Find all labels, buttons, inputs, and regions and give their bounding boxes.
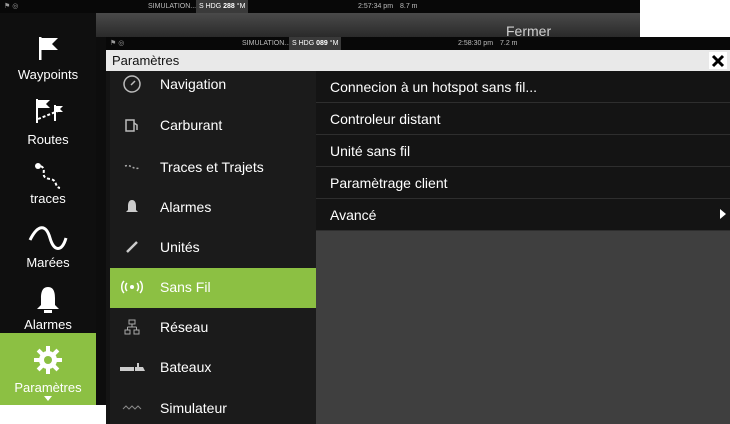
- sidebar-item-label: Paramètres: [14, 380, 82, 395]
- status-icons: ⚑ ◎: [110, 40, 125, 47]
- menu-item-label: Réseau: [160, 319, 209, 335]
- trails-icon: [0, 159, 96, 193]
- sidebar-item-settings[interactable]: Paramètres: [0, 333, 96, 405]
- chevron-down-icon: [44, 396, 52, 401]
- sidebar-item-tides[interactable]: Marées: [0, 217, 96, 281]
- menu-item-label: Simulateur: [160, 400, 227, 416]
- sidebar-item-label: traces: [30, 191, 66, 206]
- menu-item-label: Traces et Trajets: [160, 159, 264, 175]
- routes-icon: [0, 95, 96, 129]
- close-icon: [711, 54, 725, 67]
- simulator-icon: [118, 397, 146, 419]
- sidebar-item-label: Routes: [27, 132, 69, 147]
- sidebar-item-label: Alarmes: [24, 317, 72, 332]
- sidebar-item-label: Waypoints: [17, 67, 79, 82]
- menu-item-label: Sans Fil: [160, 279, 211, 295]
- wireless-options-list: Connecion à un hotspot sans fil... Contr…: [316, 71, 730, 231]
- back-status-bar: ⚑ ◎ SIMULATION... S HDG 288 °M 2:57:34 p…: [0, 0, 640, 13]
- status-icons: ⚑ ◎: [4, 3, 19, 10]
- chevron-right-icon: [720, 209, 726, 219]
- menu-item-vessels[interactable]: Bateaux: [110, 348, 316, 388]
- menu-item-fuel[interactable]: Carburant: [110, 106, 316, 146]
- bell-icon: [0, 283, 96, 317]
- wireless-options-panel: Connecion à un hotspot sans fil... Contr…: [316, 71, 730, 424]
- close-button[interactable]: [709, 52, 727, 69]
- sidebar-item-waypoints[interactable]: Waypoints: [0, 27, 96, 91]
- compass-icon: [118, 73, 146, 95]
- option-remote-controller[interactable]: Controleur distant: [316, 103, 730, 135]
- option-wireless-unit[interactable]: Unité sans fil: [316, 135, 730, 167]
- menu-item-navigation[interactable]: Navigation: [110, 65, 316, 105]
- heading-readout: S HDG 089 °M: [289, 37, 342, 50]
- distance-readout: 7.2 m: [500, 40, 518, 47]
- sidebar-item-label: Marées: [26, 255, 70, 270]
- option-label: Avancé: [330, 207, 377, 223]
- waypoint-flag-icon: [0, 31, 96, 65]
- settings-screen: ⚑ ◎ SIMULATION... S HDG 089 °M 2:58:30 p…: [106, 37, 730, 424]
- bell-icon: [118, 196, 146, 218]
- option-hotspot-connect[interactable]: Connecion à un hotspot sans fil...: [316, 71, 730, 103]
- menu-item-network[interactable]: Réseau: [110, 308, 316, 348]
- option-label: Paramètrage client: [330, 175, 448, 191]
- distance-readout: 8.7 m: [400, 3, 418, 10]
- ruler-icon: [118, 236, 146, 258]
- simulation-label: SIMULATION...: [242, 40, 291, 47]
- menu-item-trails[interactable]: Traces et Trajets: [110, 148, 316, 188]
- menu-item-label: Navigation: [160, 76, 227, 92]
- sidebar-item-routes[interactable]: Routes: [0, 91, 96, 155]
- sidebar-item-traces[interactable]: traces: [0, 155, 96, 219]
- vessels-icon: [118, 356, 146, 378]
- menu-item-label: Alarmes: [160, 199, 212, 215]
- simulation-label: SIMULATION...: [148, 3, 197, 10]
- sidebar: Waypoints Routes traces Marées Alarmes P…: [0, 13, 96, 405]
- option-label: Connecion à un hotspot sans fil...: [330, 79, 538, 95]
- option-advanced[interactable]: Avancé: [316, 199, 730, 231]
- option-label: Controleur distant: [330, 111, 441, 127]
- front-status-bar: ⚑ ◎ SIMULATION... S HDG 089 °M 2:58:30 p…: [106, 37, 730, 50]
- menu-item-alarms[interactable]: Alarmes: [110, 188, 316, 228]
- gear-icon: [0, 343, 96, 377]
- option-label: Unité sans fil: [330, 143, 411, 159]
- tides-icon: [0, 221, 96, 255]
- clock: 2:57:34 pm: [358, 3, 394, 10]
- clock: 2:58:30 pm: [458, 40, 494, 47]
- fuel-icon: [118, 114, 146, 136]
- menu-item-label: Bateaux: [160, 359, 212, 375]
- menu-item-wireless[interactable]: Sans Fil: [110, 268, 316, 308]
- menu-item-label: Carburant: [160, 117, 223, 133]
- network-icon: [118, 316, 146, 338]
- back-header: Fermer: [96, 13, 640, 39]
- trails-icon: [118, 156, 146, 178]
- heading-readout: S HDG 288 °M: [196, 0, 249, 13]
- menu-item-simulator[interactable]: Simulateur: [110, 389, 316, 424]
- settings-menu: Navigation Carburant Traces et Trajets A…: [110, 71, 316, 424]
- menu-item-label: Unités: [160, 239, 200, 255]
- option-client-settings[interactable]: Paramètrage client: [316, 167, 730, 199]
- wireless-icon: [118, 276, 146, 298]
- menu-item-units[interactable]: Unités: [110, 228, 316, 268]
